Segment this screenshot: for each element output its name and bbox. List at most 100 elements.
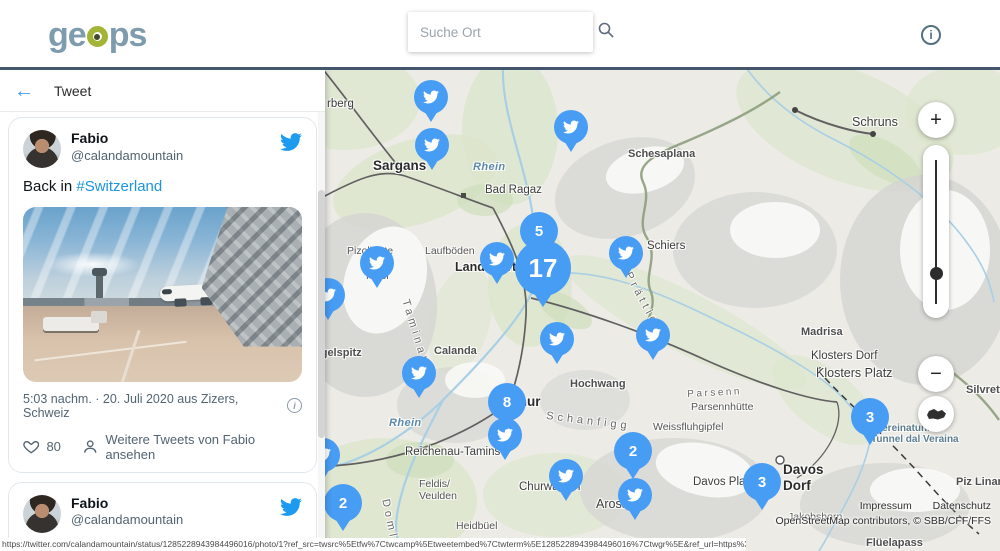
tweet-header: Fabio @calandamountain <box>23 495 302 533</box>
map-label: Dorf <box>783 478 811 493</box>
info-icon: i <box>929 28 932 42</box>
tweet-map-pin[interactable] <box>609 236 643 270</box>
tweet-map-pin[interactable] <box>636 318 670 352</box>
twitter-bird-icon[interactable] <box>280 131 302 158</box>
tweet-cluster-pin[interactable]: 3 <box>743 463 781 501</box>
map-label: Silvretta <box>966 384 1000 396</box>
map-label: Bad Ragaz <box>485 184 542 196</box>
map-label: Ringelspitz <box>325 347 362 359</box>
map-label: Rhein <box>473 161 506 173</box>
tweet-map-pin[interactable] <box>325 438 340 472</box>
tweet-map-pin[interactable] <box>540 322 574 356</box>
twitter-bird-icon[interactable] <box>280 496 302 523</box>
tweet-timestamp: 5:03 nachm. · 20. Juli 2020 aus Zizers, … <box>23 392 287 420</box>
map-label: Parsennhütte <box>691 401 753 413</box>
tweet-map-pin[interactable] <box>415 128 449 162</box>
twitter-bird-icon <box>563 119 579 135</box>
tweet-text-plain: Back in <box>23 178 76 195</box>
twitter-bird-icon <box>369 255 385 271</box>
author-block: Fabio @calandamountain <box>71 130 280 164</box>
tweet-map-pin[interactable] <box>360 246 394 280</box>
twitter-bird-icon <box>424 137 440 153</box>
author-handle[interactable]: @calandamountain <box>71 148 280 164</box>
twitter-bird-icon <box>549 331 565 347</box>
map-canvas[interactable]: rbergSargansRheinBad RagazSchrunsSchesap… <box>325 70 1000 551</box>
map-label: Calanda <box>434 345 477 357</box>
tweet-map-pin[interactable] <box>325 278 345 312</box>
panel-header: ← Tweet <box>0 70 325 112</box>
tweet-map-pin[interactable] <box>618 478 652 512</box>
person-icon <box>82 438 98 455</box>
tweet-map-pin[interactable] <box>480 242 514 276</box>
zoom-slider-knob[interactable] <box>930 267 943 280</box>
zoom-in-button[interactable]: + <box>918 102 954 138</box>
map-label: Veulden <box>419 490 457 502</box>
avatar[interactable] <box>23 130 61 168</box>
geops-logo[interactable]: geps <box>48 16 146 55</box>
map-label: Schiers <box>647 240 685 252</box>
map-label: Klosters Platz <box>816 366 892 380</box>
map-label: rberg <box>327 98 354 110</box>
heart-icon[interactable] <box>23 438 39 455</box>
search-input[interactable] <box>420 25 597 40</box>
tweet-header: Fabio @calandamountain <box>23 130 302 168</box>
tweet-cluster-pin[interactable]: 2 <box>325 484 362 522</box>
tweet-cluster-pin[interactable]: 8 <box>488 383 526 421</box>
more-tweets-link[interactable]: Weitere Tweets von Fabio ansehen <box>105 432 302 462</box>
map-label: Schesaplana <box>628 148 695 160</box>
map-label: Feldis/ <box>419 478 450 490</box>
tweet-cluster-pin[interactable]: 17 <box>515 240 571 296</box>
tweet-cluster-pin[interactable]: 2 <box>614 432 652 470</box>
tweet-cluster-pin[interactable]: 3 <box>851 398 889 436</box>
author-name[interactable]: Fabio <box>71 495 280 513</box>
impressum-link[interactable]: Impressum <box>860 500 912 512</box>
tweet-photo-airport[interactable] <box>23 207 302 382</box>
map-label: Laufböden <box>425 245 475 257</box>
photo-tug-vehicle <box>43 317 99 331</box>
link-status-bar: https://twitter.com/calandamountain/stat… <box>0 538 746 551</box>
twitter-bird-icon <box>325 447 331 463</box>
search-box[interactable] <box>408 12 593 52</box>
map-controls: + − <box>918 102 954 462</box>
header: geps i <box>0 0 1000 70</box>
twitter-bird-icon <box>558 468 574 484</box>
logo-o-icon <box>87 26 108 47</box>
zoom-out-button[interactable]: − <box>918 356 954 392</box>
author-name[interactable]: Fabio <box>71 130 280 148</box>
tweet-map-pin[interactable] <box>549 459 583 493</box>
map-label: Reichenau-Tamins <box>405 446 500 458</box>
sidebar-scrollbar-track[interactable] <box>318 112 325 551</box>
info-button[interactable]: i <box>921 25 941 45</box>
tweet-map-pin[interactable] <box>402 356 436 390</box>
search-icon[interactable] <box>597 21 615 44</box>
back-arrow-icon[interactable]: ← <box>14 81 34 101</box>
zoom-slider[interactable] <box>923 145 949 318</box>
map-label: Heidbüel <box>456 520 497 532</box>
tweet-info-icon[interactable]: i <box>287 398 302 413</box>
map-label: Rhein <box>389 417 422 429</box>
copyright-text: OpenStreetMap contributors, © SBB/CFF/FF… <box>776 515 991 527</box>
map-label: Klosters Dorf <box>811 350 877 362</box>
map-label: Hochwang <box>570 378 626 390</box>
twitter-bird-icon <box>325 287 336 303</box>
author-handle[interactable]: @calandamountain <box>71 512 280 528</box>
map-label: Davos <box>783 462 824 477</box>
fit-switzerland-button[interactable] <box>918 396 954 432</box>
tweet-list: Fabio @calandamountain Back in #Switzerl… <box>0 112 325 551</box>
avatar[interactable] <box>23 495 61 533</box>
twitter-bird-icon <box>627 487 643 503</box>
panel-title: Tweet <box>54 83 91 99</box>
map-label: Madrisa <box>801 326 843 338</box>
photo-control-tower <box>96 275 103 298</box>
twitter-bird-icon <box>645 327 661 343</box>
tweet-card[interactable]: Fabio @calandamountain Back in #Switzerl… <box>8 117 317 473</box>
tweet-map-pin[interactable] <box>414 80 448 114</box>
twitter-bird-icon <box>618 245 634 261</box>
like-count[interactable]: 80 <box>46 439 60 454</box>
datenschutz-link[interactable]: Datenschutz <box>933 500 991 512</box>
tweet-map-pin[interactable] <box>554 110 588 144</box>
sidebar-scrollbar-thumb[interactable] <box>318 190 325 438</box>
hashtag-link[interactable]: #Switzerland <box>76 178 162 195</box>
map-label: Schruns <box>852 115 898 129</box>
map-label: Weissfluhgipfel <box>653 421 723 433</box>
